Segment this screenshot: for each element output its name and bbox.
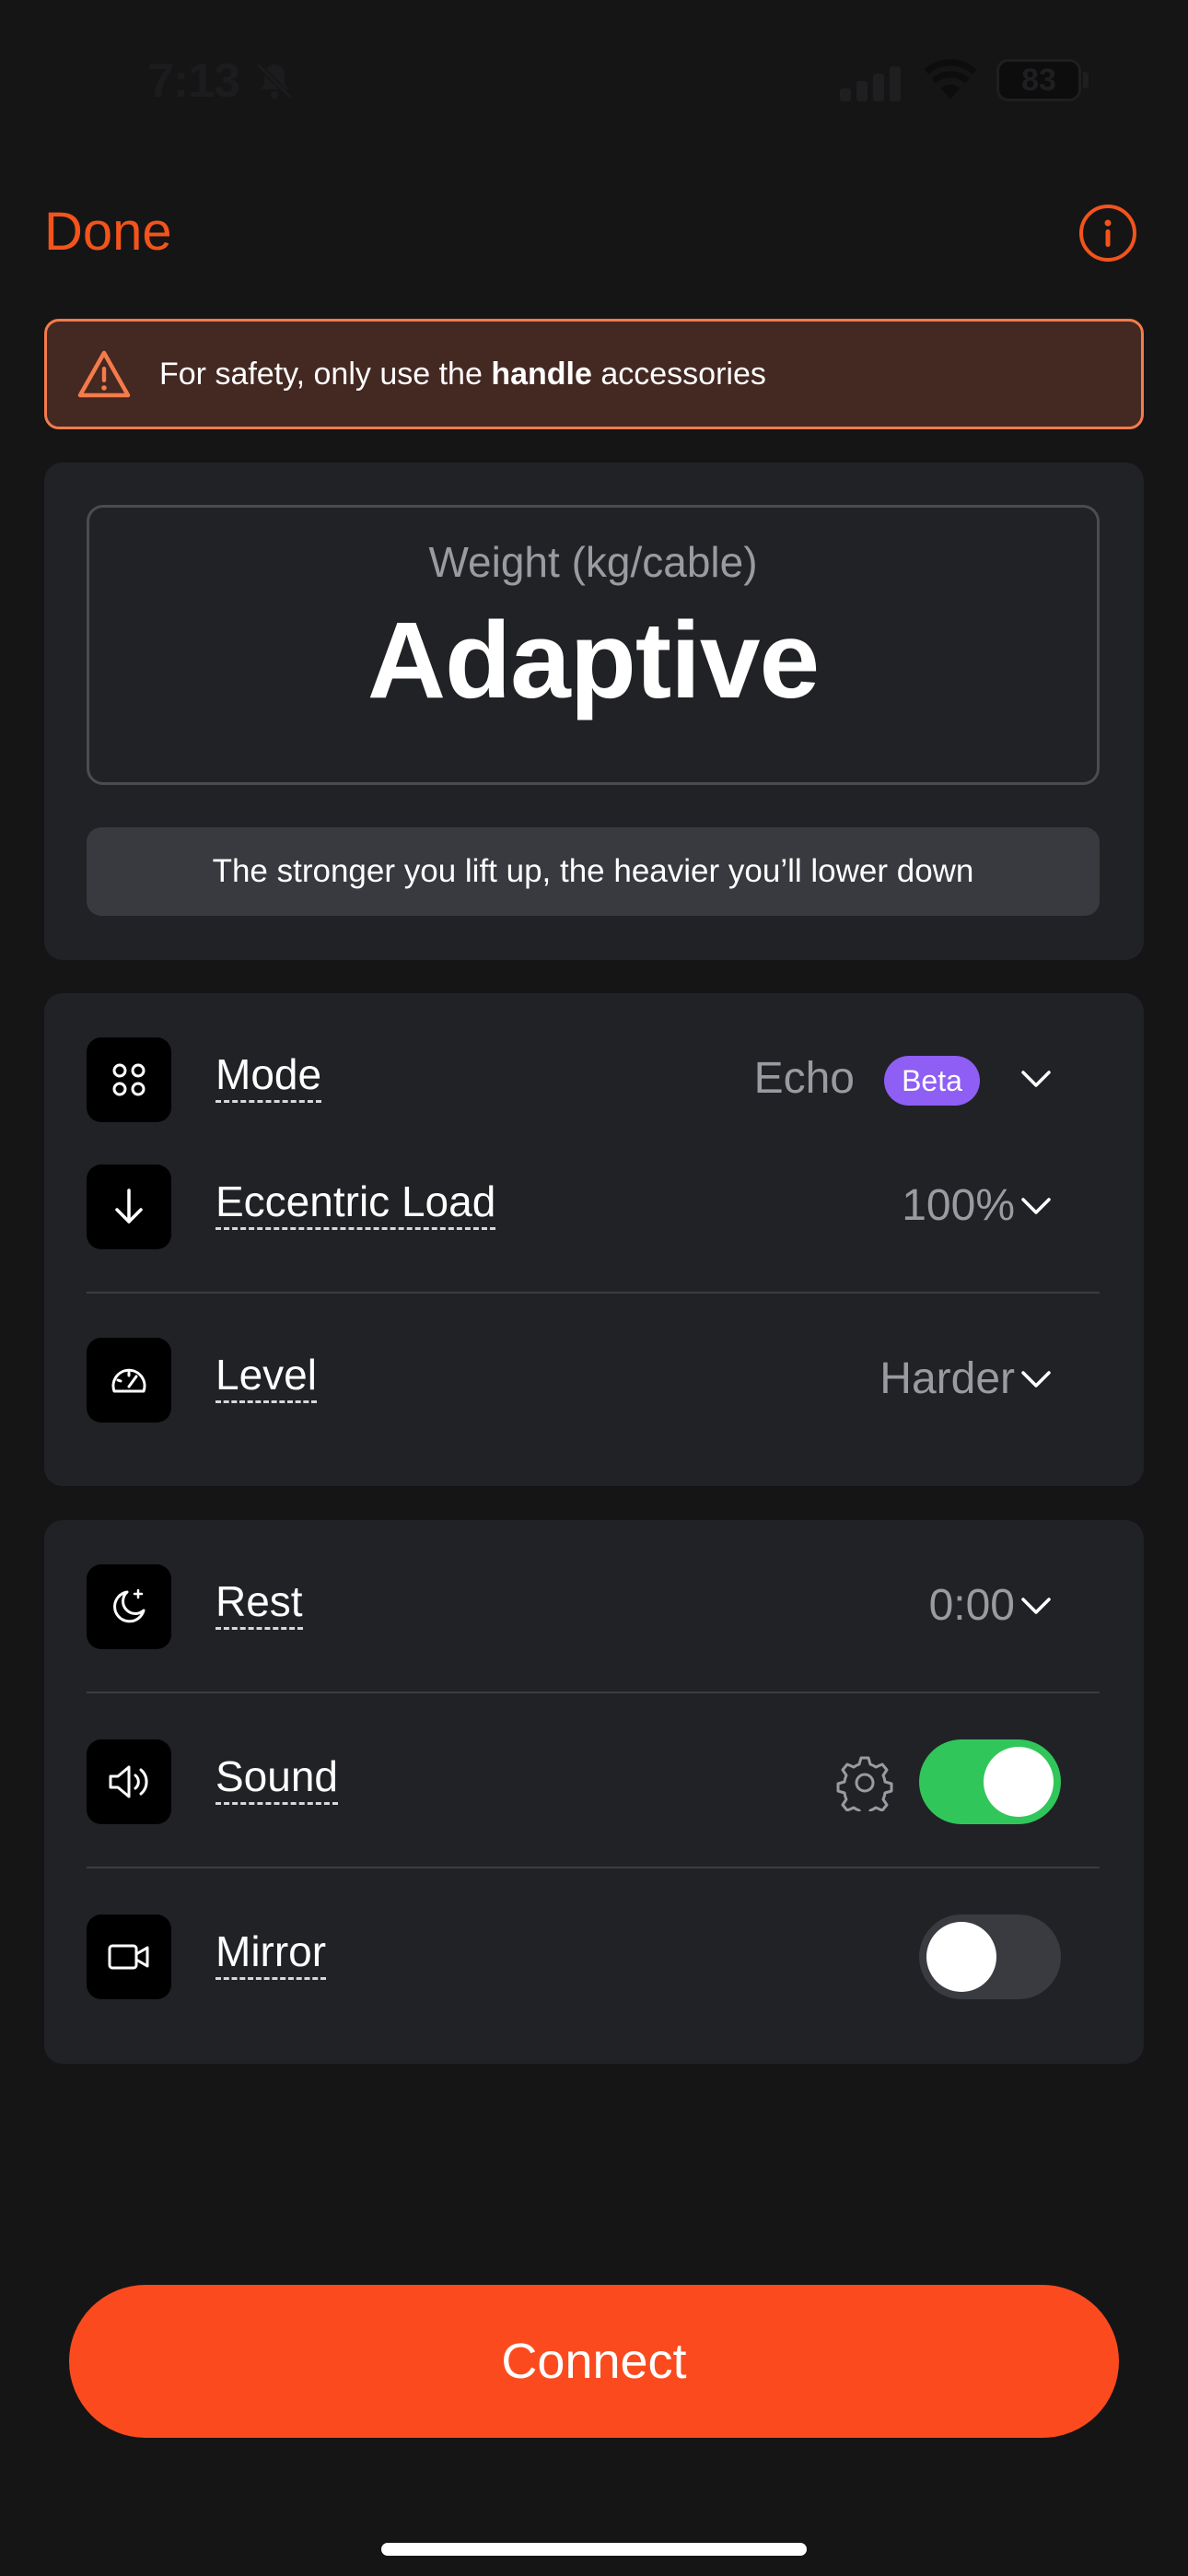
beta-badge: Beta xyxy=(884,1056,980,1106)
done-button[interactable]: Done xyxy=(44,201,172,263)
warning-triangle-icon xyxy=(77,350,131,398)
safety-warning-banner: For safety, only use the handle accessor… xyxy=(44,319,1144,429)
mode-row[interactable]: Mode Echo Beta xyxy=(44,1037,1144,1122)
rest-value: 0:00 xyxy=(928,1581,1015,1630)
battery-level: 83 xyxy=(1021,62,1056,98)
mirror-row: Mirror xyxy=(44,1914,1144,1999)
gear-icon[interactable] xyxy=(836,1754,893,1811)
battery-indicator: 83 xyxy=(996,59,1081,101)
divider xyxy=(87,1867,1100,1868)
options-card: Rest 0:00 Sound Mirror xyxy=(44,1520,1144,2064)
level-icon-tile xyxy=(87,1338,171,1423)
level-value: Harder xyxy=(879,1354,1015,1403)
rest-row[interactable]: Rest 0:00 xyxy=(44,1564,1144,1649)
video-camera-icon xyxy=(108,1944,149,1970)
moon-stars-icon xyxy=(113,1588,146,1623)
chevron-down-icon[interactable] xyxy=(1020,1596,1052,1616)
eccentric-load-row[interactable]: Eccentric Load 100% xyxy=(44,1165,1144,1249)
mode-icon-tile xyxy=(87,1037,171,1122)
eccentric-icon-tile xyxy=(87,1165,171,1249)
sound-icon-tile xyxy=(87,1739,171,1824)
chevron-down-icon[interactable] xyxy=(1020,1069,1052,1089)
gauge-icon xyxy=(111,1368,146,1393)
weight-card: Weight (kg/cable) Adaptive The stronger … xyxy=(44,463,1144,960)
mirror-toggle[interactable] xyxy=(919,1914,1061,1999)
toggle-knob xyxy=(984,1747,1054,1817)
arrow-down-icon xyxy=(115,1188,143,1224)
chevron-down-icon[interactable] xyxy=(1020,1369,1052,1389)
connect-button[interactable]: Connect xyxy=(69,2285,1119,2438)
weight-hint: The stronger you lift up, the heavier yo… xyxy=(87,827,1100,916)
toggle-knob xyxy=(926,1922,996,1992)
mirror-icon-tile xyxy=(87,1914,171,1999)
eccentric-load-value: 100% xyxy=(902,1181,1015,1230)
sound-label: Sound xyxy=(215,1754,339,1806)
info-button[interactable] xyxy=(1079,205,1136,262)
battery-cap xyxy=(1083,72,1089,88)
eccentric-load-label: Eccentric Load xyxy=(215,1179,496,1231)
sound-toggle[interactable] xyxy=(919,1739,1061,1824)
status-bar: 7:13 83 xyxy=(0,0,1188,157)
bell-slash-icon xyxy=(255,62,294,100)
warning-text: For safety, only use the handle accessor… xyxy=(159,356,766,392)
divider xyxy=(87,1292,1100,1294)
speaker-icon xyxy=(109,1765,148,1798)
chevron-down-icon[interactable] xyxy=(1020,1196,1052,1216)
mirror-label: Mirror xyxy=(215,1929,327,1981)
cellular-signal-icon xyxy=(840,66,901,101)
weight-value: Adaptive xyxy=(367,600,820,721)
grid-dots-icon xyxy=(112,1063,146,1096)
mode-label: Mode xyxy=(215,1052,322,1104)
rest-label: Rest xyxy=(215,1579,303,1631)
weight-display[interactable]: Weight (kg/cable) Adaptive xyxy=(87,505,1100,785)
level-row[interactable]: Level Harder xyxy=(44,1338,1144,1423)
mode-value: Echo xyxy=(753,1054,855,1103)
training-settings-card: Mode Echo Beta Eccentric Load 100% Level… xyxy=(44,993,1144,1486)
wifi-icon xyxy=(924,59,977,100)
weight-label: Weight (kg/cable) xyxy=(428,538,758,586)
sound-row: Sound xyxy=(44,1739,1144,1824)
home-indicator[interactable] xyxy=(381,2543,807,2556)
status-time: 7:13 xyxy=(147,54,240,108)
divider xyxy=(87,1692,1100,1693)
rest-icon-tile xyxy=(87,1564,171,1649)
level-label: Level xyxy=(215,1352,317,1404)
info-icon xyxy=(1104,219,1112,247)
